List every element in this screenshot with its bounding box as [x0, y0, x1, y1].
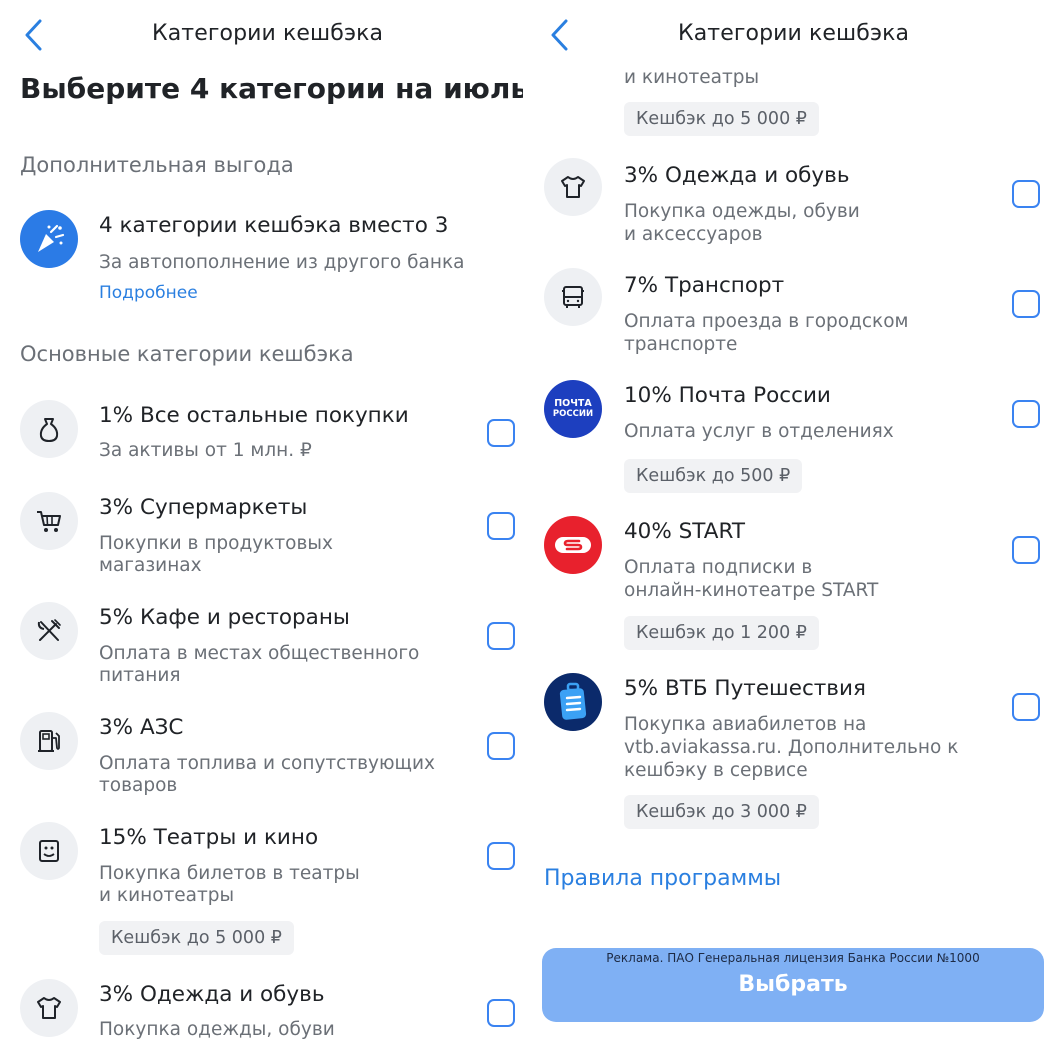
category-title: 1% Все остальные покупки — [99, 403, 409, 428]
category-desc: Покупка одежды, обуви — [99, 1019, 335, 1040]
category-checkbox[interactable] — [487, 732, 515, 760]
more-info-link[interactable]: Подробнее — [99, 283, 198, 303]
back-button[interactable] — [546, 15, 576, 55]
category-desc: питания — [99, 665, 181, 686]
category-desc: Покупка билетов в театры — [99, 863, 360, 884]
category-start[interactable]: 40% START Оплата подписки в онлайн-кинот… — [524, 512, 1047, 657]
cashback-limit-badge: Кешбэк до 500 ₽ — [624, 459, 803, 493]
category-desc: vtb.aviakassa.ru. Дополнительно к — [624, 737, 959, 758]
category-title: 15% Театры и кино — [99, 825, 319, 850]
category-desc: онлайн-кинотеатре START — [624, 580, 879, 601]
category-checkbox[interactable] — [487, 842, 515, 870]
pochta-logo-text: ПОЧТА — [554, 398, 592, 409]
category-desc: Покупка одежды, обуви — [624, 201, 860, 222]
category-cafes[interactable]: 5% Кафе и рестораны Оплата в местах обще… — [0, 596, 523, 696]
cashback-limit-badge: Кешбэк до 5 000 ₽ — [99, 921, 294, 955]
theater-mask-icon — [20, 822, 78, 880]
party-popper-icon — [20, 210, 78, 268]
category-checkbox[interactable] — [487, 622, 515, 650]
category-clothes[interactable]: 3% Одежда и обувь Покупка одежды, обуви — [0, 973, 523, 1050]
category-title: 10% Почта России — [624, 383, 831, 408]
right-screen: Категории кешбэка и кинотеатры Кешбэк до… — [524, 0, 1047, 1050]
start-logo-icon — [544, 516, 602, 574]
category-title: 3% Супермаркеты — [99, 495, 308, 520]
page-title: Выберите 4 категории на июль — [20, 72, 523, 105]
category-desc: Оплата в местах общественного — [99, 643, 420, 664]
pochta-logo-text: РОССИИ — [552, 409, 594, 419]
category-title: 3% Одежда и обувь — [99, 982, 325, 1007]
extra-title: 4 категории кешбэка вместо 3 — [99, 213, 449, 238]
category-desc: Оплата услуг в отделениях — [624, 421, 894, 442]
category-checkbox[interactable] — [1012, 536, 1040, 564]
category-russian-post[interactable]: ПОЧТА РОССИИ 10% Почта России Оплата усл… — [524, 376, 1047, 496]
category-desc: Покупки в продуктовых — [99, 533, 333, 554]
category-checkbox[interactable] — [487, 999, 515, 1027]
left-screen: Категории кешбэка Выберите 4 категории н… — [0, 0, 523, 1050]
extra-desc: За автопополнение из другого банка — [99, 252, 465, 273]
category-desc: Покупка авиабилетов на — [624, 714, 867, 735]
category-title: 3% Одежда и обувь — [624, 163, 850, 188]
category-checkbox[interactable] — [487, 419, 515, 447]
category-desc: Оплата проезда в городском — [624, 311, 909, 332]
category-desc: и кинотеатры — [99, 885, 235, 906]
pochta-logo-icon: ПОЧТА РОССИИ — [544, 380, 602, 438]
category-all-purchases[interactable]: 1% Все остальные покупки За активы от 1 … — [0, 394, 523, 484]
chevron-left-icon — [551, 19, 568, 51]
bag-icon — [20, 400, 78, 458]
ad-disclaimer: Реклама. ПАО Генеральная лицензия Банка … — [606, 951, 980, 965]
category-transport[interactable]: 7% Транспорт Оплата проезда в городском … — [524, 266, 1047, 366]
category-desc: кешбэку в сервисе — [624, 760, 808, 781]
category-title: 3% АЗС — [99, 715, 184, 740]
category-desc: товаров — [99, 775, 178, 796]
header-title: Категории кешбэка — [152, 21, 384, 46]
bus-icon — [544, 268, 602, 326]
chevron-left-icon — [25, 19, 42, 51]
fork-knife-icon — [20, 602, 78, 660]
fuel-icon — [20, 712, 78, 770]
category-title: 7% Транспорт — [624, 273, 785, 298]
category-checkbox[interactable] — [1012, 693, 1040, 721]
tshirt-icon — [20, 979, 78, 1037]
category-desc: и аксессуаров — [624, 224, 763, 245]
select-button[interactable]: Реклама. ПАО Генеральная лицензия Банка … — [542, 948, 1044, 1022]
category-checkbox[interactable] — [1012, 180, 1040, 208]
cashback-limit-badge: Кешбэк до 3 000 ₽ — [624, 795, 819, 829]
cashback-limit-badge: Кешбэк до 1 200 ₽ — [624, 616, 819, 650]
category-theaters[interactable]: 15% Театры и кино Покупка билетов в теат… — [0, 816, 523, 962]
category-title: 5% Кафе и рестораны — [99, 605, 350, 630]
program-rules-link[interactable]: Правила программы — [544, 866, 781, 891]
category-supermarkets[interactable]: 3% Супермаркеты Покупки в продуктовых ма… — [0, 486, 523, 586]
category-vtb-travel[interactable]: 5% ВТБ Путешествия Покупка авиабилетов н… — [524, 669, 1047, 834]
category-title: 40% START — [624, 519, 745, 544]
category-gas-stations[interactable]: 3% АЗС Оплата топлива и сопутствующих то… — [0, 706, 523, 806]
category-desc: транспорте — [624, 334, 738, 355]
main-section-title: Основные категории кешбэка — [20, 342, 354, 366]
suitcase-logo-icon — [544, 673, 602, 731]
category-checkbox[interactable] — [487, 512, 515, 540]
cashback-limit-badge: Кешбэк до 5 000 ₽ — [624, 102, 819, 136]
category-checkbox[interactable] — [1012, 290, 1040, 318]
category-clothes[interactable]: 3% Одежда и обувь Покупка одежды, обуви … — [524, 156, 1047, 256]
category-desc: Оплата подписки в — [624, 557, 813, 578]
header-title: Категории кешбэка — [678, 21, 910, 46]
select-button-label: Выбрать — [738, 972, 848, 997]
category-desc: и кинотеатры — [624, 67, 760, 88]
tshirt-icon — [544, 158, 602, 216]
category-desc: Оплата топлива и сопутствующих — [99, 753, 435, 774]
category-title: 5% ВТБ Путешествия — [624, 676, 866, 701]
back-button[interactable] — [20, 15, 50, 55]
cart-icon — [20, 492, 78, 550]
category-desc: магазинах — [99, 555, 202, 576]
category-checkbox[interactable] — [1012, 400, 1040, 428]
extra-section-title: Дополнительная выгода — [20, 153, 294, 177]
category-desc: За активы от 1 млн. ₽ — [99, 440, 312, 461]
